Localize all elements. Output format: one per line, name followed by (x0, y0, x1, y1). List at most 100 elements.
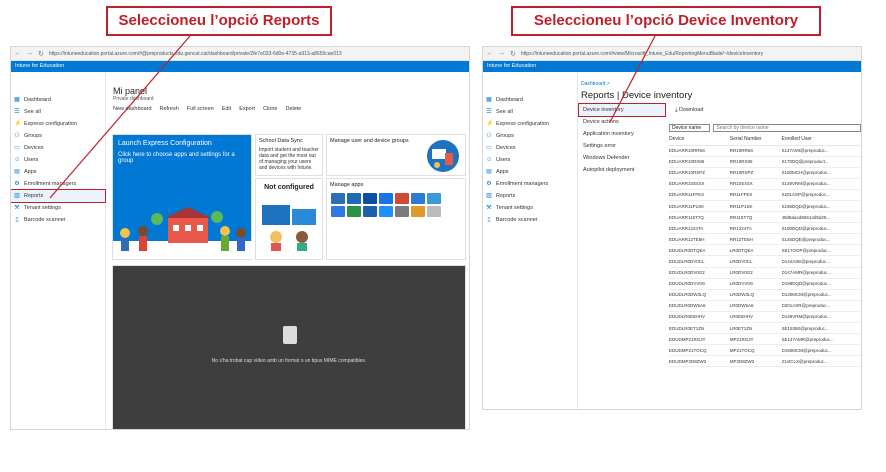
table-row[interactable]: EDUDLR0DTQEA LR0DTQEA SE17OOP@preproduc...… (669, 244, 861, 257)
table-row[interactable]: EDUARR1224TA RR1224TA S190DQD@preproduc...… (669, 222, 861, 235)
sidebar-item-devices[interactable]: ▭ Devices (483, 142, 577, 154)
sidebar-item-enrollment-managers[interactable]: ⚙ Enrollment managers (11, 178, 105, 190)
sidebar-item-reports[interactable]: ▥ Reports (483, 190, 577, 202)
missing-video-icon (283, 326, 297, 344)
forward-icon[interactable]: → (498, 50, 505, 57)
devices-icon: ▭ (14, 145, 20, 151)
table-row[interactable]: EDUDLR0DV0CL LR0DV0CL D144ASE@preproduc...… (669, 255, 861, 268)
sidebar-item-label: Apps (496, 169, 509, 175)
table-cell: EDUARR1224TA (669, 222, 730, 235)
search-input[interactable]: Search by device name (713, 124, 861, 132)
sidebar-item-users[interactable]: ☺ Users (11, 154, 105, 166)
submenu-windows-defender[interactable]: Windows Defender (579, 152, 665, 164)
sidebar-item-dashboard[interactable]: ▦ Dashboard (483, 94, 577, 106)
table-row[interactable]: EDUARR10RX86 RR10RX86 S170DQ@preproduct...… (669, 156, 861, 168)
refresh-icon[interactable]: ↻ (510, 50, 516, 58)
manage-apps-title: Manage apps (330, 182, 364, 188)
sidebar-item-apps[interactable]: ▤ Apps (11, 166, 105, 178)
sidebar-item-enrollment-managers[interactable]: ⚙ Enrollment managers (483, 178, 577, 190)
filter-select[interactable]: Device name (669, 124, 711, 132)
table-row[interactable]: EDUARR12TE5H RR12TE5H S146DQE@preproduc...… (669, 233, 861, 246)
table-row[interactable]: EDUARR10RSPZ RR10RSPZ S150MCH@preproduc...… (669, 167, 861, 179)
tile-school-data-sync[interactable]: School Data Sync Import student and teac… (255, 134, 323, 176)
table-cell: RR10RR6S (729, 145, 782, 157)
back-icon[interactable]: ← (14, 50, 21, 57)
sidebar-item-label: Groups (24, 133, 43, 139)
table-row[interactable]: EDUDMP21RGJY MP21RGJY SE147AMR@preproduc..… (669, 333, 861, 346)
app-icon-word (363, 193, 377, 204)
back-icon[interactable]: ← (486, 50, 493, 57)
table-row[interactable]: EDUDLR0ET1ZN LR0ET1ZN SE15350@preproduc...… (669, 322, 861, 335)
sidebar-item-see-all[interactable]: ☰ See all (483, 106, 577, 118)
sidebar-item-devices[interactable]: ▭ Devices (11, 142, 105, 154)
sidebar-item-tenant-settings[interactable]: ⚒ Tenant settings (11, 202, 105, 214)
table-row[interactable]: EDUDLR0DVV0G LR0DVV0G D198DQD@preproduc...… (669, 278, 861, 290)
command-edit[interactable]: Edit (222, 106, 231, 112)
sidebar-item-express-configuration[interactable]: ⚡ Express configuration (483, 118, 577, 130)
sidebar-item-express-configuration[interactable]: ⚡ Express configuration (11, 118, 105, 130)
table-row[interactable]: EDUARR11FFES RR11FFES S201ASP@preproduc...… (669, 189, 861, 201)
tile-video-player[interactable]: No s'ha trobat cap vídeo amb un format o… (112, 265, 466, 429)
table-row[interactable]: EDUARR115T7Q RR115T7Q 49d8aacd65614d5d25..… (669, 211, 861, 224)
sidebar-item-reports[interactable]: ▥ Reports (11, 189, 106, 203)
submenu-application-inventory[interactable]: Application inventory (579, 128, 665, 140)
submenu-device-inventory[interactable]: Device inventory (578, 103, 666, 117)
tile-device-groups[interactable]: Manage user and device groups (326, 134, 466, 176)
app-icon-onedrive (379, 206, 393, 217)
table-cell: LR0DVV0G (729, 278, 782, 290)
tile-express-configuration[interactable]: Launch Express Configuration Click here … (112, 134, 253, 260)
table-row[interactable]: EDUARR10RR6S RR10RR6S S147AMI@preproduc...… (669, 145, 861, 157)
command-new-dashboard[interactable]: New dashboard (113, 106, 152, 112)
sidebar-item-label: Enrollment managers (24, 181, 77, 187)
sidebar-item-label: Groups (496, 133, 515, 139)
sidebar-item-barcode-scanner[interactable]: ▯ Barcode scanner (483, 214, 577, 226)
address-bar[interactable]: https://intuneeducation.portal.azure.com… (49, 51, 469, 57)
not-configured-label: Not configured (264, 184, 314, 191)
table-row[interactable]: EDUDLR0DW3LQ LR0DW3LQ D130MCM@preproduc...… (669, 289, 861, 301)
command-clone[interactable]: Clone (263, 106, 277, 112)
app-icon-powerpoint (395, 193, 409, 204)
command-full-screen[interactable]: Full screen (187, 106, 214, 112)
table-row[interactable]: EDUDLR0DW5A6 LR0DW5A6 D201ASR@preproduc...… (669, 300, 861, 312)
sidebar-item-barcode-scanner[interactable]: ▯ Barcode scanner (11, 214, 105, 226)
table-row[interactable]: EDUDMP21TGCQ MP21TGCQ D150MCM@preproduc...… (669, 344, 861, 357)
sidebar-item-apps[interactable]: ▤ Apps (483, 166, 577, 178)
column-header[interactable]: Enrolled User (781, 134, 861, 146)
sidebar-item-label: Barcode scanner (496, 217, 538, 223)
sidebar-item-groups[interactable]: ⚇ Groups (483, 130, 577, 142)
table-cell: EDUDLR0DW3LQ (669, 289, 730, 301)
column-header[interactable]: Device (669, 134, 730, 146)
sidebar-item-users[interactable]: ☺ Users (483, 154, 577, 166)
dashboard-title[interactable]: Mi panel (113, 86, 469, 96)
classroom-illustration (113, 207, 253, 259)
command-refresh[interactable]: Refresh (160, 106, 179, 112)
table-cell: D144ASE@preproduc... (781, 255, 861, 268)
table-row[interactable]: EDUDMP2D8ZW2 MP2D8ZW2 21I4CLX@preproduc...… (669, 355, 861, 368)
table-row[interactable]: EDUDLR0DV0G2 LR0DV0G2 D147AMR@preproduc...… (669, 267, 861, 279)
refresh-icon[interactable]: ↻ (38, 50, 44, 58)
column-header[interactable]: Serial Number (729, 134, 782, 146)
sidebar-item-tenant-settings[interactable]: ⚒ Tenant settings (483, 202, 577, 214)
table-row[interactable]: EDUARR10S4SX RR10S4SX S149VRM@preproduc...… (669, 178, 861, 190)
sidebar-item-dashboard[interactable]: ▦ Dashboard (11, 94, 105, 106)
table-header: DeviceSerial NumberEnrolled UserLas (669, 134, 861, 146)
page-title: Reports | Device inventory (581, 90, 693, 101)
sync-title: School Data Sync (259, 138, 303, 144)
forward-icon[interactable]: → (26, 50, 33, 57)
tile-manage-apps[interactable]: Manage apps (326, 178, 466, 260)
submenu-autopilot-deployment[interactable]: Autopilot deployment (579, 164, 665, 176)
tile-not-configured[interactable]: Not configured (255, 178, 323, 260)
command-export[interactable]: Export (239, 106, 255, 112)
sidebar-item-see-all[interactable]: ☰ See all (11, 106, 105, 118)
submenu-device-actions[interactable]: Device actions (579, 116, 665, 128)
table-row[interactable]: EDUARR11P1SK RR11P1SK S196DQD@preproduc...… (669, 200, 861, 213)
table-cell: RR12TE5H (729, 233, 782, 246)
address-bar-right[interactable]: https://intuneeducation.portal.azure.com… (521, 51, 861, 57)
breadcrumb[interactable]: Dashboard > (581, 81, 861, 87)
download-button[interactable]: ⤓ Download (675, 107, 861, 114)
sidebar-item-groups[interactable]: ⚇ Groups (11, 130, 105, 142)
table-row[interactable]: EDUDLR0E8HHV LR0E8HHV D149VRM@preproduc...… (669, 311, 861, 324)
sidebar-right: ▦ Dashboard ☰ See all ⚡ Express configuration… (483, 72, 578, 409)
submenu-settings-error[interactable]: Settings error (579, 140, 665, 152)
command-delete[interactable]: Delete (285, 106, 301, 112)
